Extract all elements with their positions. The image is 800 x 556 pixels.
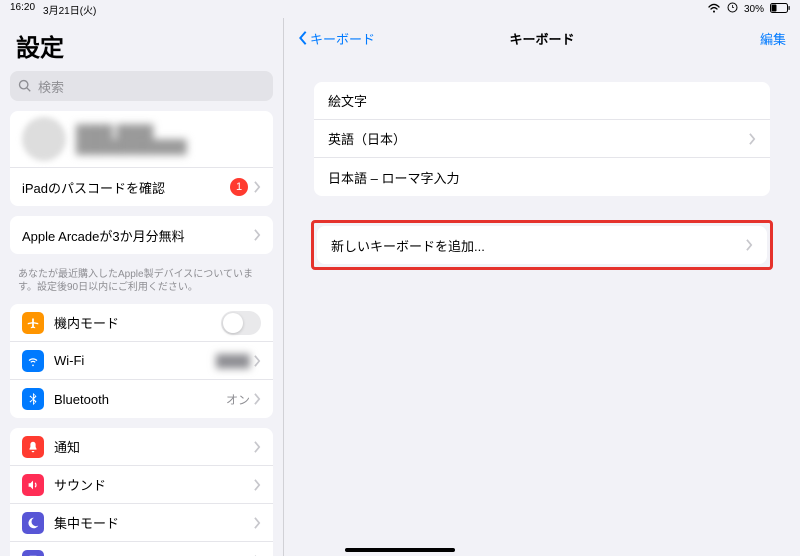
focus-row[interactable]: 集中モード: [10, 504, 273, 542]
status-date: 3月21日(火): [43, 2, 96, 17]
airplane-icon: [22, 312, 44, 334]
chevron-right-icon: [746, 239, 753, 251]
wifi-settings-icon: [22, 350, 44, 372]
keyboard-item-english[interactable]: 英語（日本）: [314, 120, 770, 158]
airplane-mode-row[interactable]: 機内モード: [10, 304, 273, 342]
wifi-row[interactable]: Wi-Fi ████: [10, 342, 273, 380]
avatar: [22, 117, 66, 161]
chevron-right-icon: [254, 517, 261, 529]
arcade-footnote: あなたが最近購入したApple製デバイスについています。設定後90日以内にご利用…: [0, 264, 283, 294]
navbar: キーボード キーボード 編集: [284, 18, 800, 58]
badge: 1: [230, 178, 248, 196]
speaker-icon: [22, 474, 44, 496]
add-keyboard-row[interactable]: 新しいキーボードを追加...: [317, 226, 767, 264]
chevron-right-icon: [254, 229, 261, 241]
chevron-right-icon: [254, 441, 261, 453]
status-time: 16:20: [10, 2, 35, 17]
passcode-row[interactable]: iPadのパスコードを確認 1: [10, 168, 273, 206]
home-indicator[interactable]: [345, 548, 455, 552]
keyboard-list: 絵文字 英語（日本） 日本語 – ローマ字入力: [314, 82, 770, 196]
chevron-right-icon: [254, 393, 261, 405]
hourglass-icon: [22, 550, 44, 556]
bluetooth-icon: [22, 388, 44, 410]
arcade-row[interactable]: Apple Arcadeが3か月分無料: [10, 216, 273, 254]
screentime-row[interactable]: スクリーンタイム: [10, 542, 273, 556]
notifications-row[interactable]: 通知: [10, 428, 273, 466]
detail-pane: キーボード キーボード 編集 絵文字 英語（日本） 日本語 – ローマ字入力 新…: [284, 18, 800, 556]
chevron-right-icon: [749, 133, 756, 145]
settings-sidebar: 設定 検索 ████ ████████████████ iPadのパスコードを確…: [0, 18, 284, 556]
settings-title: 設定: [0, 18, 283, 71]
keyboard-item-japanese[interactable]: 日本語 – ローマ字入力: [314, 158, 770, 196]
battery-icon: [770, 3, 790, 16]
chevron-left-icon: [298, 30, 308, 46]
edit-button[interactable]: 編集: [760, 29, 786, 48]
highlight-annotation: 新しいキーボードを追加...: [311, 220, 773, 270]
search-icon: [18, 79, 32, 93]
wifi-network: ████: [216, 354, 250, 368]
keyboard-item-emoji[interactable]: 絵文字: [314, 82, 770, 120]
bell-icon: [22, 436, 44, 458]
bluetooth-row[interactable]: Bluetooth オン: [10, 380, 273, 418]
chevron-right-icon: [254, 479, 261, 491]
back-button[interactable]: キーボード: [298, 29, 375, 48]
chevron-right-icon: [254, 181, 261, 193]
airplane-toggle[interactable]: [221, 311, 261, 335]
apple-id-name: ████ ████████████████: [76, 124, 261, 154]
battery-percent: 30%: [744, 4, 764, 15]
apple-id-row[interactable]: ████ ████████████████: [10, 111, 273, 168]
moon-icon: [22, 512, 44, 534]
sound-row[interactable]: サウンド: [10, 466, 273, 504]
status-bar: 16:20 3月21日(火) 30%: [0, 0, 800, 18]
rotation-lock-icon: [727, 2, 738, 16]
search-input[interactable]: 検索: [10, 71, 273, 101]
page-title: キーボード: [509, 29, 574, 48]
search-placeholder: 検索: [38, 77, 64, 96]
wifi-icon: [707, 3, 721, 16]
chevron-right-icon: [254, 355, 261, 367]
